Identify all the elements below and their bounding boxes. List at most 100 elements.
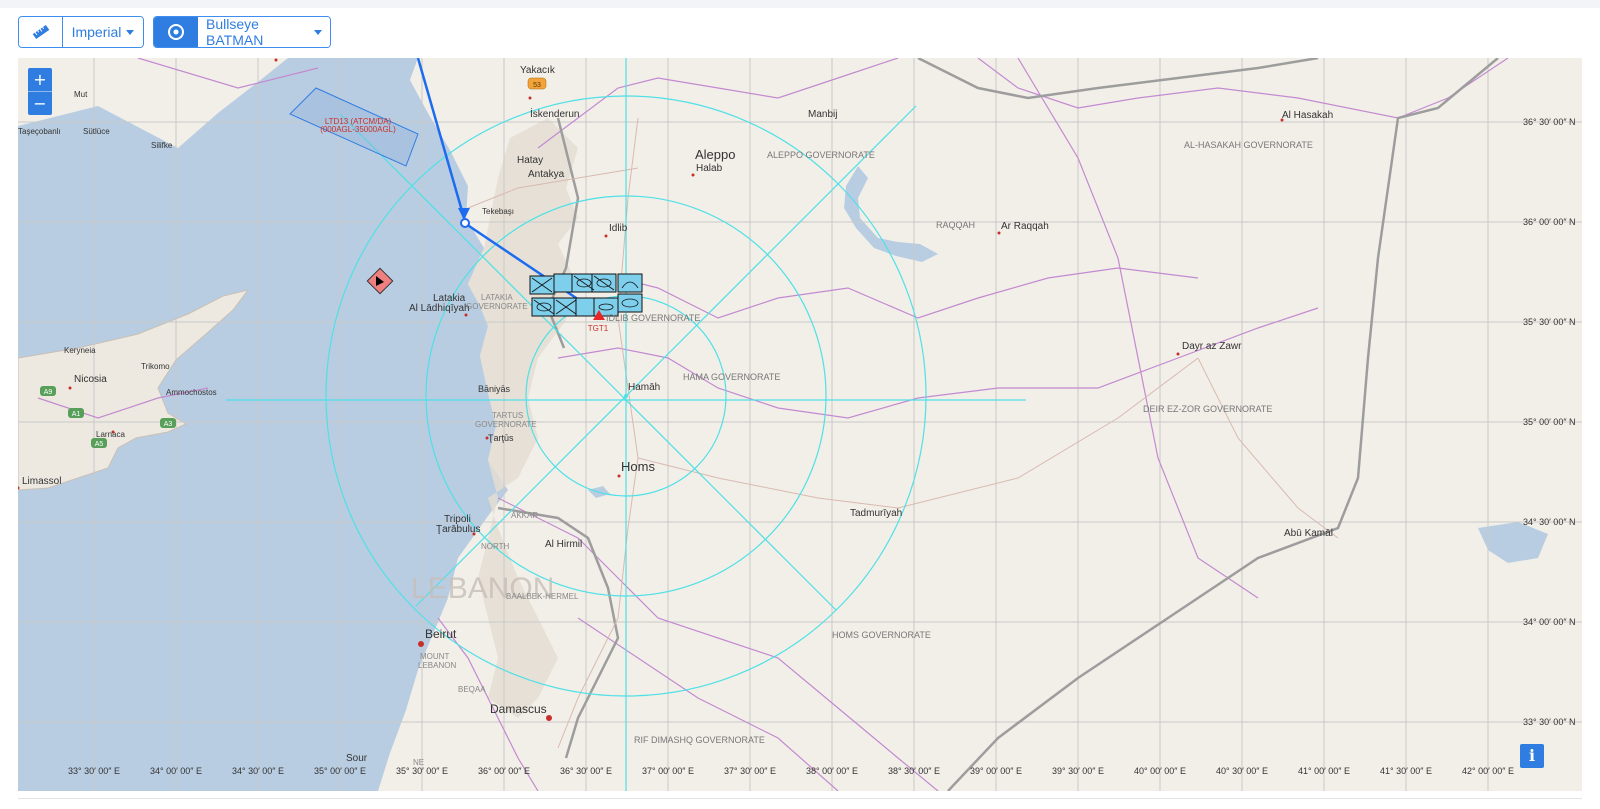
label-akkar: AKKAR (511, 511, 538, 520)
zoom-in-button[interactable]: + (28, 68, 52, 91)
label-damascus: Damascus (490, 702, 547, 716)
label-aleppo: Aleppo (695, 147, 735, 162)
lon-label: 35° 30′ 00″ E (396, 766, 448, 776)
label-trikomo: Trikomo (141, 362, 170, 371)
road-a5: A5 (95, 441, 104, 448)
lon-label: 40° 30′ 00″ E (1216, 766, 1268, 776)
info-button[interactable]: i (1520, 744, 1544, 768)
label-tartus-gov-2: GOVERNORATE (475, 420, 537, 429)
label-tartus: Ţarţūs (488, 433, 514, 443)
label-sour: Sour (346, 753, 368, 764)
lon-label: 36° 30′ 00″ E (560, 766, 612, 776)
lon-label: 38° 00′ 00″ E (806, 766, 858, 776)
label-baniyas: Bāniyās (478, 384, 511, 394)
label-latakia-gov-2: GOVERNORATE (466, 302, 528, 311)
label-tartus-gov-1: TARTUS (492, 411, 523, 420)
label-idlib: Idlib (609, 223, 628, 234)
bullseye-control: Bullseye BATMAN (153, 16, 331, 48)
lat-label: 35° 00′ 00″ N (1523, 417, 1576, 427)
label-tadmuriyah: Tadmurīyah (850, 508, 902, 519)
ruler-button[interactable] (19, 17, 63, 47)
label-tekebasi: Tekebaşı (482, 207, 514, 216)
lon-label: 41° 00′ 00″ E (1298, 766, 1350, 776)
lat-label: 34° 30′ 00″ N (1523, 517, 1576, 527)
units-dropdown[interactable]: Imperial (63, 17, 143, 47)
top-strip (0, 0, 1600, 8)
lon-label: 33° 30′ 00″ E (68, 766, 120, 776)
lat-label: 36° 30′ 00″ N (1523, 117, 1576, 127)
bullseye-dropdown[interactable]: Bullseye BATMAN (198, 17, 330, 47)
bullseye-button[interactable] (154, 17, 198, 47)
label-iskenderun: İskenderun (530, 107, 579, 120)
caret-down-icon (314, 30, 322, 35)
country-borders (497, 58, 1499, 791)
footer-divider (18, 798, 1582, 799)
lon-label: 37° 00′ 00″ E (642, 766, 694, 776)
label-silifke: Silifke (151, 141, 173, 150)
lon-label: 39° 00′ 00″ E (970, 766, 1022, 776)
label-mount-1: MOUNT (420, 652, 449, 661)
label-homs: Homs (621, 459, 655, 474)
label-manbij: Manbij (808, 109, 837, 120)
label-mut: Mut (74, 90, 88, 99)
lon-label: 34° 30′ 00″ E (232, 766, 284, 776)
label-homs-gov: HOMS GOVERNORATE (832, 630, 931, 640)
label-beirut: Beirut (425, 627, 457, 641)
label-mount-2: LEBANON (418, 661, 456, 670)
label-sutluce: Sütlüce (83, 127, 110, 136)
lat-label: 33° 30′ 00″ N (1523, 717, 1576, 727)
map-svg: LTD13 (ATCM/DA) (000AGL-35000AGL) TGT1 5… (18, 58, 1582, 791)
lon-label: 40° 00′ 00″ E (1134, 766, 1186, 776)
units-label: Imperial (71, 24, 122, 40)
zoom-out-button[interactable]: − (28, 92, 52, 115)
label-limassol: Limassol (22, 476, 61, 487)
label-hama-gov: HAMA GOVERNORATE (683, 372, 780, 382)
label-al-hasakah-gov: AL-HASAKAH GOVERNORATE (1184, 140, 1313, 150)
lon-label: 34° 00′ 00″ E (150, 766, 202, 776)
target-label: TGT1 (588, 324, 609, 333)
ruler-icon (32, 24, 49, 40)
label-dayr-az-zawr: Dayr az Zawr (1182, 341, 1242, 352)
lat-label: 35° 30′ 00″ N (1523, 317, 1576, 327)
label-keryneia: Keryneia (64, 346, 96, 355)
label-aleppo-gov: ALEPPO GOVERNORATE (767, 150, 875, 160)
label-hatay: Hatay (517, 155, 543, 166)
roads (467, 117, 1339, 749)
lon-label: 42° 00′ 00″ E (1462, 766, 1514, 776)
label-raqqah-gov: RAQQAH (936, 220, 975, 230)
label-tarabulus: Ţarābulus (436, 524, 480, 535)
label-al-hirmil: Al Hirmil (545, 539, 582, 550)
lat-label: 36° 00′ 00″ N (1523, 217, 1576, 227)
label-halab: Halab (696, 163, 723, 174)
lon-label: 37° 30′ 00″ E (724, 766, 776, 776)
lon-label: 36° 00′ 00″ E (478, 766, 530, 776)
label-beqaa: BEQAA (458, 685, 486, 694)
lon-label: 39° 30′ 00″ E (1052, 766, 1104, 776)
road-a9: A9 (44, 389, 53, 396)
label-larnaca: Larnaca (96, 430, 125, 439)
lon-label: 38° 30′ 00″ E (888, 766, 940, 776)
caret-down-icon (126, 30, 135, 35)
label-deir-gov: DEIR EZ-ZOR GOVERNORATE (1143, 404, 1272, 414)
label-antakya: Antakya (528, 169, 565, 180)
label-al-hasakah: Al Hasakah (1282, 110, 1333, 121)
label-tasecobanli: Taşeçobanlı (18, 127, 61, 136)
label-nicosia: Nicosia (74, 374, 107, 385)
map-canvas[interactable]: LTD13 (ATCM/DA) (000AGL-35000AGL) TGT1 5… (18, 58, 1582, 791)
route-shield-53-label: 53 (533, 82, 541, 89)
label-latakia-gov-1: LATAKIA (481, 293, 513, 302)
route-waypoint[interactable] (460, 218, 470, 228)
units-control: Imperial (18, 16, 144, 48)
label-ar-raqqah: Ar Raqqah (1001, 221, 1049, 232)
lon-label: 41° 30′ 00″ E (1380, 766, 1432, 776)
label-yakacik: Yakacık (520, 65, 556, 76)
road-a1: A1 (72, 411, 81, 418)
euphrates-lake (844, 166, 938, 262)
label-abu-kamal: Abū Kamāl (1284, 528, 1333, 539)
label-hamah: Hamāh (628, 382, 660, 393)
airspace-label-line2: (000AGL-35000AGL) (320, 125, 396, 134)
label-baalbek: BAALBEK-HERMEL (506, 592, 579, 601)
bullseye-label: Bullseye BATMAN (206, 16, 264, 48)
lat-label: 34° 00′ 00″ N (1523, 617, 1576, 627)
label-ammochostos: Ammochostos (166, 388, 217, 397)
